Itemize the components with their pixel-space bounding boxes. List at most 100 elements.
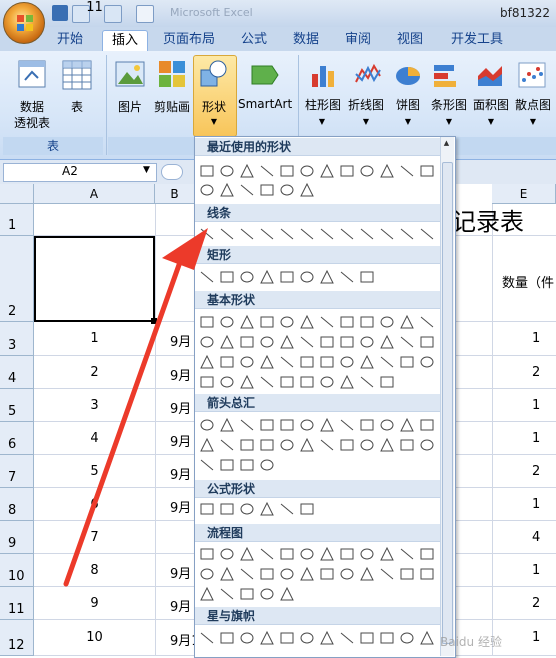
fill-handle[interactable] [151,318,157,324]
row-header[interactable]: 4 [0,356,34,389]
shape-option-icon[interactable] [279,546,295,562]
shape-option-icon[interactable] [399,630,415,646]
shape-option-icon[interactable] [199,566,215,582]
shape-option-icon[interactable] [259,269,275,285]
row-header[interactable]: 5 [0,389,34,422]
shape-option-icon[interactable] [239,437,255,453]
select-all-corner[interactable] [0,184,34,204]
shape-option-icon[interactable] [219,586,235,602]
shape-option-icon[interactable] [339,566,355,582]
shape-option-icon[interactable] [319,437,335,453]
shape-option-icon[interactable] [239,314,255,330]
row-header[interactable]: 12 [0,620,34,656]
shape-option-icon[interactable] [239,182,255,198]
shape-option-icon[interactable] [199,314,215,330]
shape-option-icon[interactable] [399,163,415,179]
shape-option-icon[interactable] [299,374,315,390]
shape-option-icon[interactable] [259,546,275,562]
row-header[interactable]: 11 [0,587,34,620]
shape-option-icon[interactable] [419,546,435,562]
shape-option-icon[interactable] [259,437,275,453]
area-chart-button[interactable]: 面积图 [470,96,512,113]
shape-option-icon[interactable] [299,437,315,453]
shape-option-icon[interactable] [319,630,335,646]
shape-option-icon[interactable] [339,354,355,370]
row-header[interactable]: 3 [0,322,34,356]
shape-option-icon[interactable] [259,354,275,370]
name-box[interactable] [3,163,157,182]
shape-option-icon[interactable] [279,269,295,285]
shape-option-icon[interactable] [379,566,395,582]
shape-option-icon[interactable] [239,501,255,517]
shape-option-icon[interactable] [259,586,275,602]
shape-option-icon[interactable] [219,437,235,453]
shape-option-icon[interactable] [299,269,315,285]
shape-option-icon[interactable] [239,374,255,390]
shape-option-icon[interactable] [199,437,215,453]
shape-option-icon[interactable] [299,226,315,242]
shape-option-icon[interactable] [279,314,295,330]
shape-option-icon[interactable] [379,374,395,390]
shape-option-icon[interactable] [199,163,215,179]
scroll-up-icon[interactable]: ▲ [441,139,452,150]
shape-option-icon[interactable] [379,226,395,242]
row-header[interactable]: 8 [0,488,34,521]
shape-option-icon[interactable] [299,182,315,198]
shape-option-icon[interactable] [199,586,215,602]
shape-option-icon[interactable] [299,354,315,370]
shape-option-icon[interactable] [299,334,315,350]
shape-option-icon[interactable] [379,163,395,179]
shape-option-icon[interactable] [279,437,295,453]
picture-button[interactable]: 图片 [115,98,145,115]
shape-option-icon[interactable] [359,546,375,562]
scatter-chart-button[interactable]: 散点图 [512,96,554,113]
shape-option-icon[interactable] [379,417,395,433]
shape-option-icon[interactable] [359,354,375,370]
shape-option-icon[interactable] [339,417,355,433]
shape-option-icon[interactable] [299,314,315,330]
shape-option-icon[interactable] [419,437,435,453]
shape-option-icon[interactable] [199,269,215,285]
shape-option-icon[interactable] [399,354,415,370]
shape-option-icon[interactable] [319,546,335,562]
shape-option-icon[interactable] [399,546,415,562]
shape-option-icon[interactable] [339,314,355,330]
shape-option-icon[interactable] [359,163,375,179]
shape-option-icon[interactable] [319,226,335,242]
shape-option-icon[interactable] [219,457,235,473]
shape-option-icon[interactable] [259,314,275,330]
shape-option-icon[interactable] [259,501,275,517]
column-header-a[interactable]: A [34,184,155,204]
tab-view[interactable]: 视图 [390,30,430,50]
shape-option-icon[interactable] [379,354,395,370]
shape-option-icon[interactable] [399,226,415,242]
shape-option-icon[interactable] [279,182,295,198]
shape-option-icon[interactable] [239,546,255,562]
shape-option-icon[interactable] [259,630,275,646]
shape-option-icon[interactable] [339,226,355,242]
shape-option-icon[interactable] [319,374,335,390]
shape-option-icon[interactable] [379,437,395,453]
shape-option-icon[interactable] [359,630,375,646]
shape-option-icon[interactable] [279,586,295,602]
shape-option-icon[interactable] [259,226,275,242]
shape-option-icon[interactable] [239,354,255,370]
column-header-e[interactable]: E [492,184,556,204]
shape-option-icon[interactable] [419,417,435,433]
shape-option-icon[interactable] [279,374,295,390]
tab-data[interactable]: 数据 [286,30,326,50]
pie-chart-button[interactable]: 饼图 [392,96,424,113]
shape-option-icon[interactable] [399,566,415,582]
column-header-b[interactable]: B [155,184,195,204]
shape-option-icon[interactable] [299,417,315,433]
row-header[interactable]: 7 [0,455,34,488]
shape-option-icon[interactable] [199,374,215,390]
shape-option-icon[interactable] [339,334,355,350]
shape-option-icon[interactable] [199,354,215,370]
shape-option-icon[interactable] [219,182,235,198]
shape-option-icon[interactable] [419,334,435,350]
shape-option-icon[interactable] [239,566,255,582]
shape-option-icon[interactable] [219,314,235,330]
shape-option-icon[interactable] [219,226,235,242]
shape-option-icon[interactable] [239,163,255,179]
